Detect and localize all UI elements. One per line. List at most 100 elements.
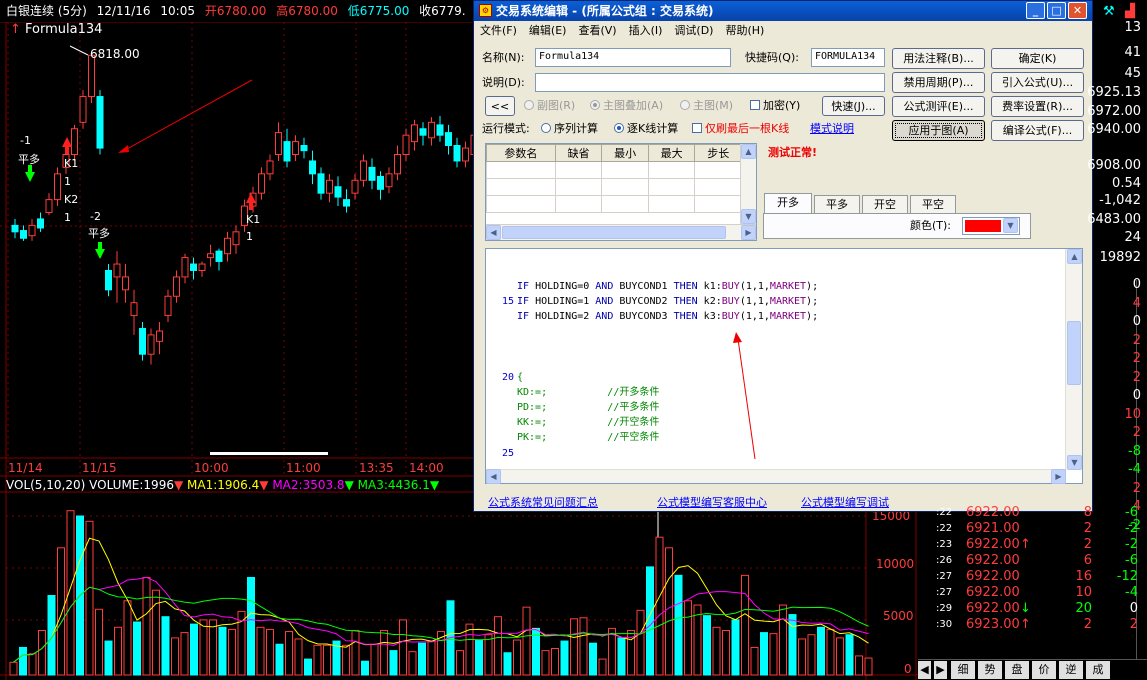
tab-price[interactable]: 价: [1032, 661, 1056, 679]
scroll-right-icon[interactable]: ▶: [934, 661, 947, 679]
tab-trend[interactable]: 势: [978, 661, 1002, 679]
tick-row[interactable]: :23 6922.00 ↑ 2 -2: [918, 537, 1147, 553]
encrypt-checkbox[interactable]: 加密(Y): [750, 97, 800, 115]
chart-icon[interactable]: ▟: [1125, 4, 1135, 19]
volume-bar: [370, 643, 379, 676]
tick-row[interactable]: :27 6922.00 16 -12: [918, 569, 1147, 585]
close-button[interactable]: ✕: [1068, 2, 1087, 19]
scroll-thumb[interactable]: [502, 226, 726, 239]
chevron-down-icon[interactable]: ▼: [1003, 218, 1018, 233]
menu-edit[interactable]: 编辑(E): [523, 21, 573, 41]
ok-button[interactable]: 确定(K): [991, 48, 1084, 69]
horizontal-scrollbar[interactable]: ◀ ▶: [486, 224, 756, 240]
fee-settings-button[interactable]: 费率设置(R)...: [991, 96, 1084, 117]
volume-bar: [741, 574, 749, 676]
code-editor[interactable]: 15 20 25 IF HOLDING=0 AND BUYCOND1 THEN …: [485, 248, 1083, 484]
table-row[interactable]: [486, 178, 742, 196]
debug-link[interactable]: 公式模型编写调试: [801, 494, 889, 510]
tab-close-long[interactable]: 平多: [814, 195, 860, 214]
minimize-button[interactable]: _: [1026, 2, 1045, 19]
candle-body: [130, 302, 138, 317]
menu-help[interactable]: 帮助(H): [719, 21, 770, 41]
color-label: 颜色(T):: [910, 219, 952, 232]
tab-reverse[interactable]: 逆: [1059, 661, 1083, 679]
tick-row[interactable]: :30 6923.00 ↑ 2 2: [918, 617, 1147, 633]
import-formula-button[interactable]: 引入公式(U)...: [991, 72, 1084, 93]
mode-help-link[interactable]: 模式说明: [810, 120, 854, 138]
volume-bar: [57, 547, 65, 676]
color-select[interactable]: ▼: [962, 217, 1020, 235]
view-option-mainchart[interactable]: 主图(M): [680, 97, 733, 115]
tool-icon[interactable]: ⚒: [1103, 4, 1115, 19]
down-arrow-icon: ▼: [344, 478, 354, 492]
usage-notes-button[interactable]: 用法注释(B)...: [892, 48, 985, 69]
scroll-left-icon[interactable]: ◀: [918, 661, 931, 679]
description-input[interactable]: [535, 73, 885, 92]
tab-orderbook[interactable]: 盘: [1005, 661, 1029, 679]
tick-change: 2: [1129, 617, 1138, 632]
scroll-left-icon[interactable]: ◀: [486, 225, 501, 240]
compile-formula-button[interactable]: 编译公式(F)...: [991, 120, 1084, 141]
candle-body: [453, 145, 461, 162]
dialog-titlebar[interactable]: ⚙ 交易系统编辑 - (所属公式组 : 交易系统) _ □ ✕: [474, 1, 1092, 21]
menu-insert[interactable]: 插入(I): [623, 21, 669, 41]
scroll-right-icon[interactable]: ▶: [1051, 469, 1066, 484]
maximize-button[interactable]: □: [1047, 2, 1066, 19]
vertical-scrollbar[interactable]: ▲ ▼: [1065, 249, 1082, 470]
parameter-table[interactable]: 参数名 缺省 最小 最大 步长 ▲ ▼ ◀ ▶: [485, 143, 757, 241]
name-input[interactable]: Formula134: [535, 48, 731, 67]
app-icon: ⚙: [479, 4, 492, 17]
tick-row[interactable]: :27 6922.00 10 -4: [918, 585, 1147, 601]
horizontal-scrollbar[interactable]: ◀ ▶: [486, 469, 1066, 484]
formula-test-button[interactable]: 公式测评(E)...: [892, 96, 985, 117]
vertical-scrollbar[interactable]: ▲ ▼: [740, 144, 756, 224]
menu-file[interactable]: 文件(F): [474, 21, 523, 41]
view-option-subchart[interactable]: 副图(R): [524, 97, 575, 115]
candle-body: [394, 154, 401, 175]
disable-period-button[interactable]: 禁用周期(P)...: [892, 72, 985, 93]
tab-open-short[interactable]: 开空: [862, 195, 908, 214]
tick-price: 6922.00: [966, 585, 1020, 600]
scroll-down-icon[interactable]: ▼: [741, 209, 756, 224]
tick-direction-icon: ↑: [1020, 537, 1031, 552]
volume-bar: [28, 653, 37, 676]
menu-debug[interactable]: 调试(D): [668, 21, 719, 41]
scroll-left-icon[interactable]: ◀: [486, 469, 501, 484]
table-row[interactable]: [486, 161, 742, 179]
scroll-up-icon[interactable]: ▲: [1067, 249, 1082, 264]
trading-system-editor-dialog[interactable]: ⚙ 交易系统编辑 - (所属公式组 : 交易系统) _ □ ✕ 文件(F) 编辑(…: [473, 0, 1093, 512]
candle-body: [139, 327, 146, 355]
tick-change: 0: [1129, 601, 1138, 616]
quote-value: 0.54: [1112, 176, 1141, 191]
tick-row[interactable]: :29 6922.00 ↓ 20 0: [918, 601, 1147, 617]
volume-bar: [66, 510, 75, 676]
tick-row[interactable]: :22 6922.00 8 -6: [918, 505, 1147, 521]
faq-link[interactable]: 公式系统常见问题汇总: [488, 494, 598, 510]
tick-row[interactable]: :26 6922.00 6 -6: [918, 553, 1147, 569]
apply-to-chart-button[interactable]: 应用于图(A): [892, 120, 985, 141]
tab-close-short[interactable]: 平空: [910, 195, 956, 214]
tick-list[interactable]: :22 6922.00 8 -6:22 6921.00 2 -2:23 6922.00 ↑ 2 -2…: [918, 505, 1147, 655]
run-mode-per-bar[interactable]: 逐K线计算: [614, 120, 678, 138]
peak-price-label: 6818.00: [90, 47, 140, 61]
scroll-down-icon[interactable]: ▼: [1067, 455, 1082, 470]
volume-bar: [123, 600, 132, 676]
tab-detail[interactable]: 细: [951, 661, 975, 679]
tab-volume[interactable]: 成: [1086, 661, 1110, 679]
menu-view[interactable]: 查看(V): [572, 21, 622, 41]
collapse-button[interactable]: <<: [485, 96, 515, 116]
tick-row[interactable]: :22 6921.00 2 -2: [918, 521, 1147, 537]
refresh-last-bar-checkbox[interactable]: 仅刷最后一根K线: [692, 120, 789, 138]
view-option-overlay[interactable]: 主图叠加(A): [590, 97, 663, 115]
tab-open-long[interactable]: 开多: [764, 193, 812, 214]
volume-bar: [484, 634, 493, 676]
run-mode-sequence[interactable]: 序列计算: [541, 120, 598, 138]
shortcut-input[interactable]: FORMULA134: [811, 48, 885, 67]
fast-button[interactable]: 快速(J)...: [822, 96, 885, 116]
table-row[interactable]: [486, 195, 742, 213]
scroll-right-icon[interactable]: ▶: [741, 225, 756, 240]
tick-volume: 20: [1075, 601, 1092, 616]
support-center-link[interactable]: 公式模型编写客服中心: [657, 494, 767, 510]
scroll-thumb[interactable]: [1067, 321, 1081, 385]
scroll-up-icon[interactable]: ▲: [741, 144, 756, 159]
